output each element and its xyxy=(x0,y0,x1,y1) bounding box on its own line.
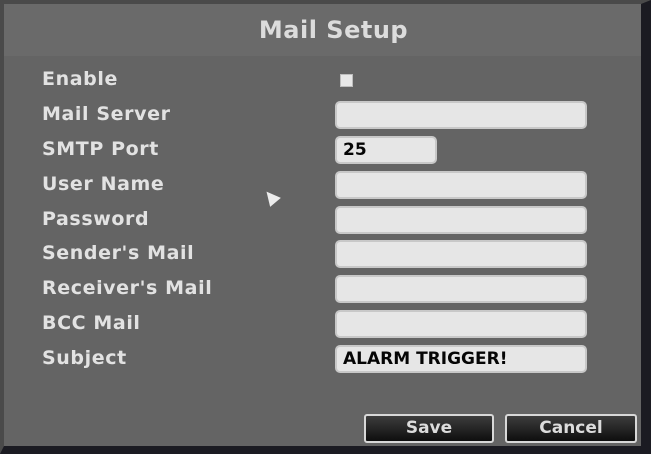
cancel-button[interactable]: Cancel xyxy=(505,414,637,443)
password-field[interactable] xyxy=(335,206,587,234)
bcc-mail-label: BCC Mail xyxy=(42,312,141,334)
enable-row: Enable xyxy=(0,66,651,96)
enable-label: Enable xyxy=(42,68,118,90)
bcc-mail-row: BCC Mail xyxy=(0,310,651,340)
password-row: Password xyxy=(0,206,651,236)
smtp-port-row: SMTP Port 25 xyxy=(0,136,651,166)
password-label: Password xyxy=(42,208,150,230)
enable-checkbox[interactable] xyxy=(340,74,353,87)
receivers-mail-row: Receiver's Mail xyxy=(0,275,651,305)
bcc-mail-field[interactable] xyxy=(335,310,587,338)
mail-server-field[interactable] xyxy=(335,101,587,129)
receivers-mail-field[interactable] xyxy=(335,275,587,303)
save-button[interactable]: Save xyxy=(364,414,494,443)
senders-mail-row: Sender's Mail xyxy=(0,240,651,270)
user-name-field[interactable] xyxy=(335,171,587,199)
subject-label: Subject xyxy=(42,347,127,369)
user-name-row: User Name xyxy=(0,171,651,201)
smtp-port-field[interactable]: 25 xyxy=(335,136,437,164)
user-name-label: User Name xyxy=(42,173,165,195)
senders-mail-field[interactable] xyxy=(335,240,587,268)
subject-field[interactable]: ALARM TRIGGER! xyxy=(335,345,587,373)
dialog-title: Mail Setup xyxy=(258,16,409,44)
title-bar: Mail Setup xyxy=(4,4,641,56)
receivers-mail-label: Receiver's Mail xyxy=(42,277,213,299)
subject-row: Subject ALARM TRIGGER! xyxy=(0,345,651,375)
smtp-port-label: SMTP Port xyxy=(42,138,159,160)
mail-server-row: Mail Server xyxy=(0,101,651,131)
senders-mail-label: Sender's Mail xyxy=(42,242,195,264)
mail-server-label: Mail Server xyxy=(42,103,171,125)
